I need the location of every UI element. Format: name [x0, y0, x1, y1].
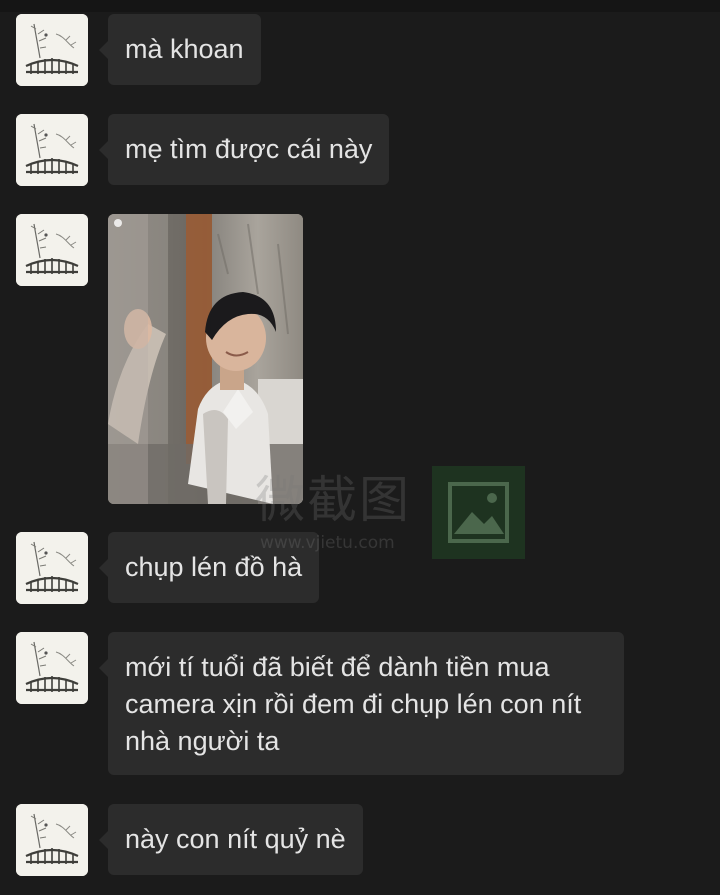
contact-avatar[interactable] [16, 632, 88, 704]
ink-painting-bridge-avatar-icon [16, 632, 88, 704]
contact-avatar[interactable] [16, 804, 88, 876]
contact-avatar[interactable] [16, 14, 88, 86]
ink-painting-bridge-avatar-icon [16, 14, 88, 86]
ink-painting-bridge-avatar-icon [16, 804, 88, 876]
ink-painting-bridge-avatar-icon [16, 532, 88, 604]
top-edge-bar [0, 0, 720, 12]
photo-message[interactable] [108, 214, 303, 504]
message-bubble[interactable]: mẹ tìm được cái này [98, 114, 390, 185]
watermark-logo-icon [432, 466, 525, 559]
message-bubble[interactable]: mới tí tuổi đã biết để dành tiền mua cam… [99, 632, 624, 775]
contact-avatar[interactable] [16, 532, 88, 604]
message-bubble[interactable]: mà khoan [99, 14, 261, 85]
photo-thumbnail-icon [108, 214, 303, 504]
message-bubble[interactable]: chụp lén đồ hà [98, 532, 320, 603]
message-bubble[interactable]: này con nít quỷ nè [99, 804, 363, 875]
ink-painting-bridge-avatar-icon [16, 214, 88, 286]
ink-painting-bridge-avatar-icon [16, 114, 88, 186]
contact-avatar[interactable] [16, 214, 88, 286]
contact-avatar[interactable] [16, 114, 88, 186]
